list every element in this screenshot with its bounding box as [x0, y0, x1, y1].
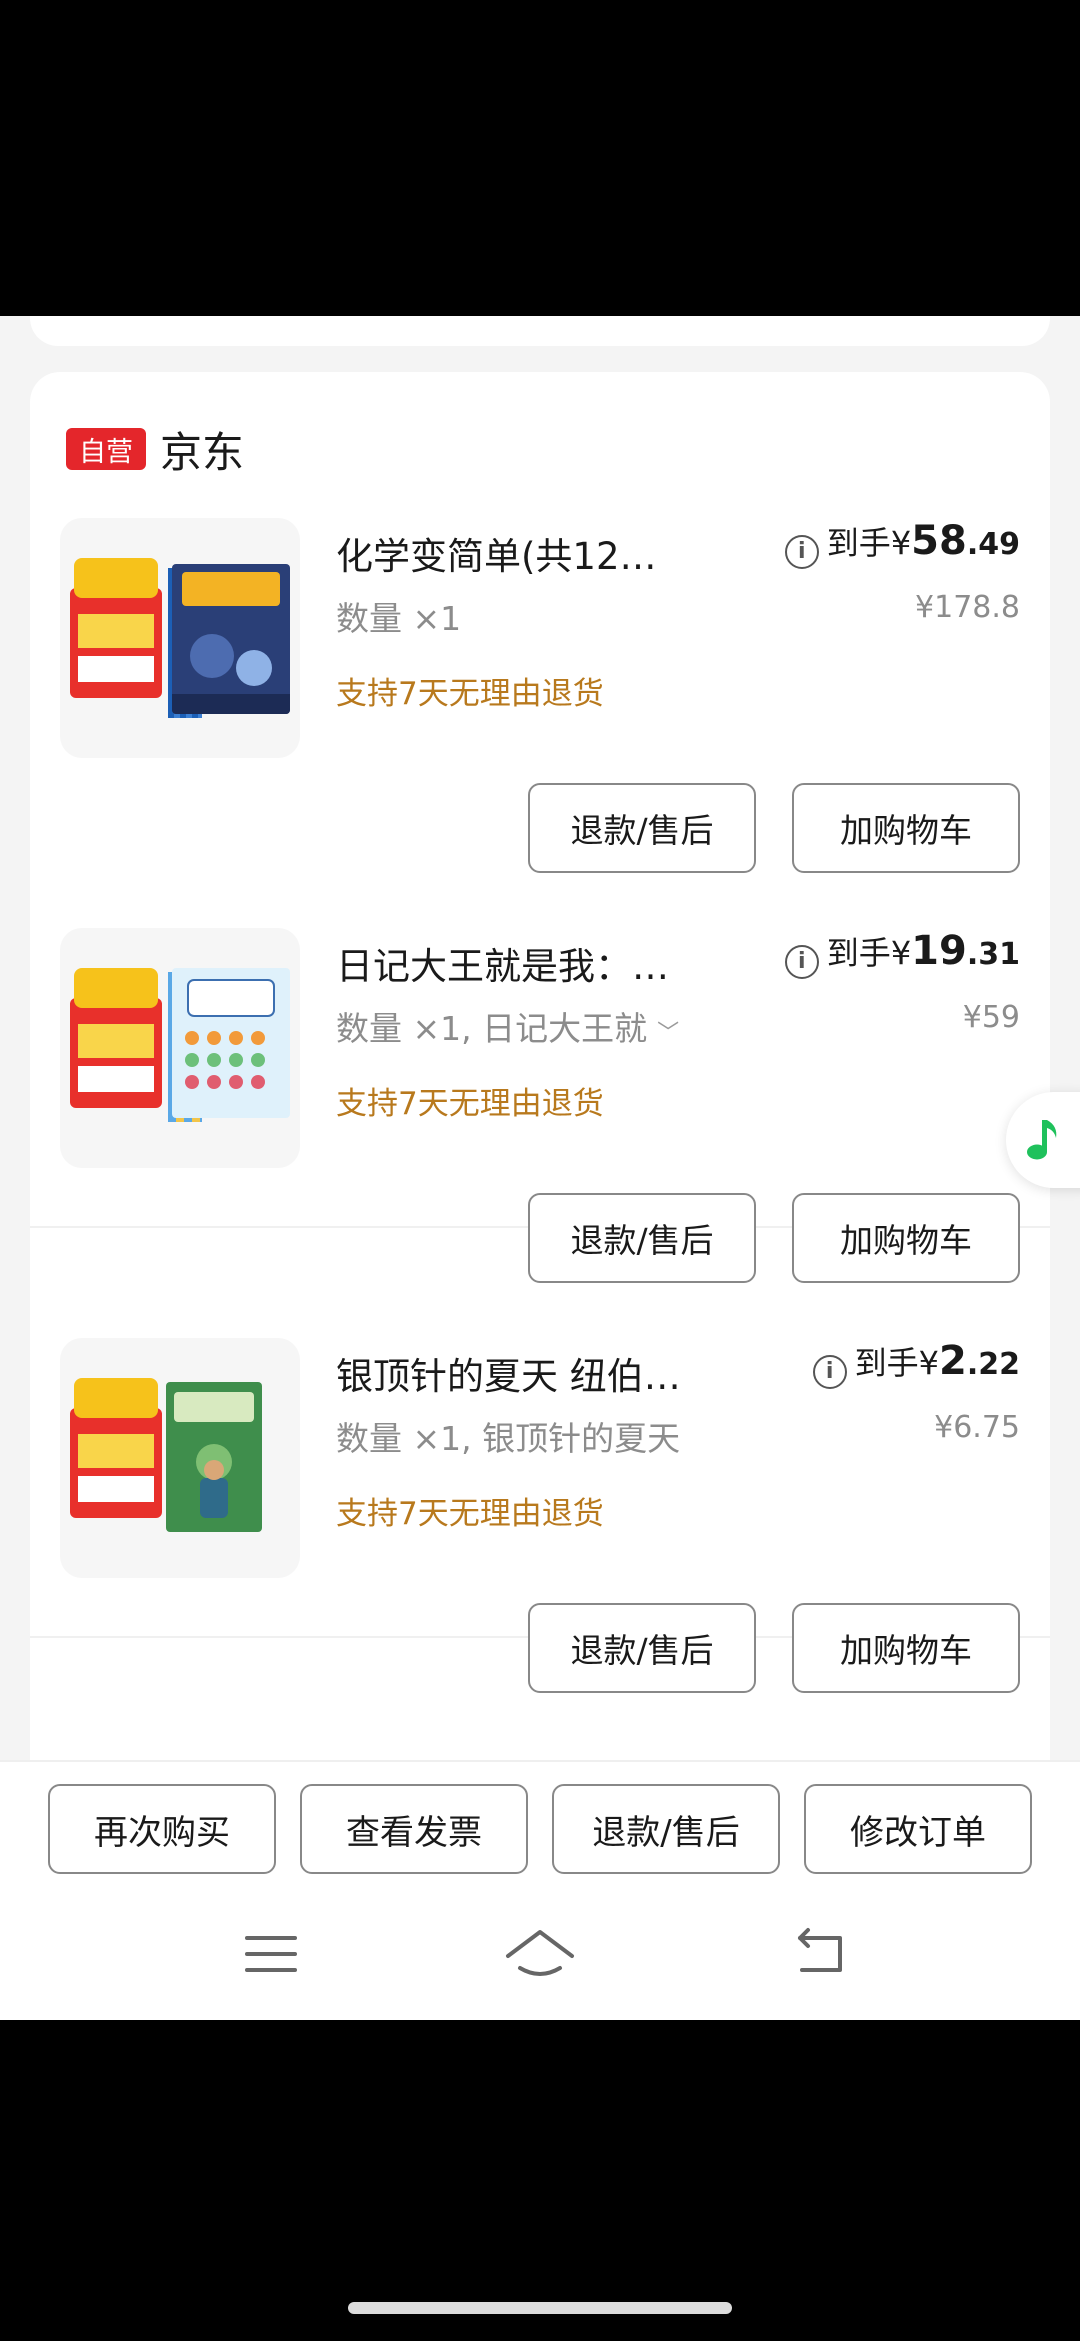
- view-invoice-button[interactable]: 查看发票: [300, 1784, 528, 1874]
- info-icon[interactable]: i: [784, 534, 819, 569]
- menu-icon[interactable]: [231, 1924, 311, 1984]
- price-decimal: .49: [966, 527, 1020, 562]
- book-cover-image: [166, 1382, 262, 1532]
- price-currency: ¥: [890, 524, 912, 562]
- shop-name: 京东: [160, 427, 245, 477]
- book-cover-image: [172, 564, 290, 714]
- product-thumbnail[interactable]: [60, 518, 300, 758]
- price-decimal: .31: [966, 937, 1020, 972]
- info-icon[interactable]: i: [812, 1354, 847, 1389]
- price-integer: 58: [911, 518, 967, 564]
- order-action-bar: 再次购买 查看发票 退款/售后 修改订单: [0, 1760, 1080, 1900]
- buy-again-button[interactable]: 再次购买: [48, 1784, 276, 1874]
- variant-selector[interactable]: 数量 ×1, 日记大王就 ﹀: [336, 1002, 679, 1050]
- chevron-down-icon: ﹀: [657, 1021, 680, 1046]
- final-price: i 到手 ¥ 19 .31: [784, 928, 1020, 979]
- product-thumbnail[interactable]: [60, 1338, 300, 1578]
- final-price: i 到手 ¥ 2 .22: [812, 1338, 1020, 1389]
- refund-button[interactable]: 退款/售后: [528, 783, 756, 873]
- quantity-text: 数量 ×1: [336, 599, 462, 638]
- previous-section-card: [30, 316, 1050, 346]
- order-item: 化学变简单(共12… 数量 ×1 支持7天无理由退货 i 到手 ¥ 58 .49…: [30, 518, 1050, 928]
- product-title[interactable]: 日记大王就是我：…: [336, 936, 716, 990]
- return-policy: 支持7天无理由退货: [336, 676, 604, 712]
- order-item: 银顶针的夏天 纽伯… 数量 ×1, 银顶针的夏天 支持7天无理由退货 i 到手 …: [30, 1338, 1050, 1748]
- refund-button[interactable]: 退款/售后: [528, 1603, 756, 1693]
- return-policy: 支持7天无理由退货: [336, 1086, 604, 1122]
- price-integer: 19: [911, 928, 967, 974]
- add-to-cart-button[interactable]: 加购物车: [792, 1603, 1020, 1693]
- promo-badge-image: [70, 968, 162, 1108]
- product-thumbnail[interactable]: [60, 928, 300, 1168]
- product-title[interactable]: 化学变简单(共12…: [336, 526, 716, 580]
- music-note-icon: [1027, 1120, 1057, 1160]
- add-to-cart-button[interactable]: 加购物车: [792, 783, 1020, 873]
- modify-order-button[interactable]: 修改订单: [804, 1784, 1032, 1874]
- system-navigation-bar: [0, 1900, 1080, 2020]
- price-currency: ¥: [918, 1344, 939, 1382]
- shop-header[interactable]: 自营 京东: [66, 424, 244, 477]
- price-label: 到手: [826, 934, 891, 972]
- price-label: 到手: [854, 1344, 919, 1382]
- return-policy: 支持7天无理由退货: [336, 1496, 604, 1532]
- add-to-cart-button[interactable]: 加购物车: [792, 1193, 1020, 1283]
- price-label: 到手: [826, 524, 891, 562]
- price-decimal: .22: [966, 1347, 1020, 1382]
- order-refund-button[interactable]: 退款/售后: [552, 1784, 780, 1874]
- order-item: 日记大王就是我：… 数量 ×1, 日记大王就 ﹀ 支持7天无理由退货 i 到手 ¥…: [30, 928, 1050, 1338]
- price-currency: ¥: [890, 934, 912, 972]
- original-price: ¥178.8: [915, 590, 1020, 625]
- product-title[interactable]: 银顶针的夏天 纽伯…: [336, 1346, 716, 1400]
- info-icon[interactable]: i: [784, 944, 819, 979]
- price-integer: 2: [939, 1338, 967, 1384]
- promo-badge-image: [70, 1378, 162, 1518]
- home-indicator[interactable]: [348, 2302, 732, 2314]
- final-price: i 到手 ¥ 58 .49: [784, 518, 1020, 569]
- book-cover-image: [172, 968, 290, 1118]
- original-price: ¥59: [962, 1000, 1020, 1035]
- original-price: ¥6.75: [934, 1410, 1020, 1445]
- order-card: 自营 京东 化学变简单(共12… 数量 ×1 支持7天无理由退货 i 到手 ¥ …: [30, 372, 1050, 1772]
- back-icon[interactable]: [782, 1924, 862, 1984]
- self-operated-badge: 自营: [66, 428, 146, 470]
- refund-button[interactable]: 退款/售后: [528, 1193, 756, 1283]
- home-icon[interactable]: [500, 1924, 580, 1984]
- quantity-text: 数量 ×1, 银顶针的夏天: [336, 1419, 681, 1458]
- promo-badge-image: [70, 558, 162, 698]
